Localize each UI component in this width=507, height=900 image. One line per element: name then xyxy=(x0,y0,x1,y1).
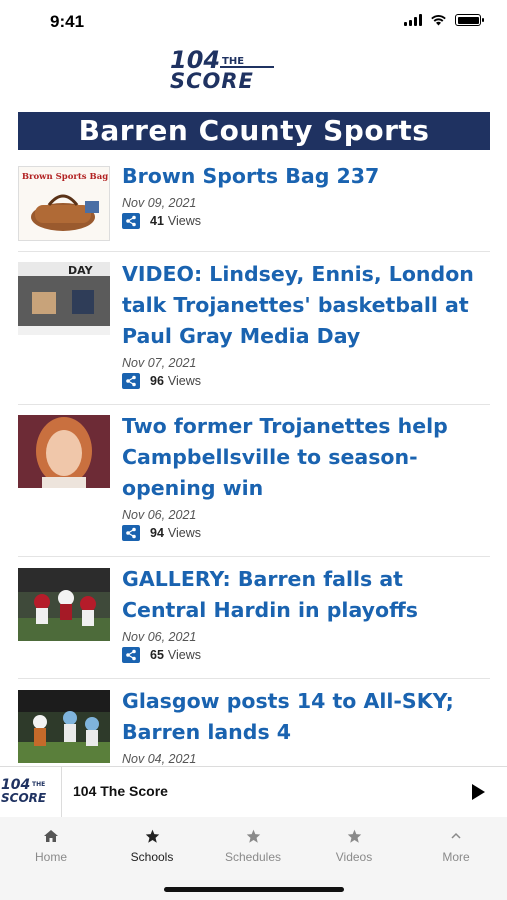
share-icon[interactable] xyxy=(122,373,140,389)
article-thumbnail[interactable]: Brown Sports Bag xyxy=(18,166,110,241)
tab-label: Videos xyxy=(335,850,373,864)
star-icon xyxy=(112,827,192,845)
view-count: 94 xyxy=(150,526,164,540)
list-item[interactable]: DAY VIDEO: Lindsey, Ennis, London talk T… xyxy=(18,252,490,405)
media-day-image: DAY xyxy=(18,262,110,335)
tab-label: Schedules xyxy=(224,850,282,864)
now-playing-bar[interactable]: 104 THE SCORE 104 The Score xyxy=(0,766,507,818)
article-views: 65 Views xyxy=(122,647,490,663)
article-title[interactable]: GALLERY: Barren falls at Central Hardin … xyxy=(122,564,490,626)
share-icon[interactable] xyxy=(122,213,140,229)
tab-home[interactable]: Home xyxy=(11,827,91,864)
article-date: Nov 06, 2021 xyxy=(122,630,197,644)
home-indicator[interactable] xyxy=(164,887,344,892)
section-title: Barren County Sports xyxy=(18,112,490,150)
article-views: 96 Views xyxy=(122,373,490,389)
home-icon xyxy=(11,827,91,845)
article-thumbnail[interactable] xyxy=(18,690,110,763)
article-thumbnail[interactable] xyxy=(18,415,110,488)
article-date: Nov 09, 2021 xyxy=(122,196,197,210)
list-item[interactable]: Glasgow posts 14 to All-SKY; Barren land… xyxy=(18,679,490,766)
article-list[interactable]: Brown Sports Bag Brown Sports Bag 237 No… xyxy=(18,150,490,766)
football-players-image xyxy=(18,690,110,763)
battery-icon xyxy=(455,14,484,26)
tab-videos[interactable]: Videos xyxy=(314,827,394,864)
article-title[interactable]: Brown Sports Bag 237 xyxy=(122,161,490,192)
article-date: Nov 06, 2021 xyxy=(122,508,197,522)
tab-label: Home xyxy=(34,850,67,864)
tab-more[interactable]: More xyxy=(416,827,496,864)
svg-text:Brown Sports Bag: Brown Sports Bag xyxy=(22,172,108,182)
cellular-signal-icon xyxy=(404,14,422,26)
views-label: Views xyxy=(167,648,202,662)
player-station-logo: 104 THE SCORE xyxy=(0,767,62,817)
list-item[interactable]: GALLERY: Barren falls at Central Hardin … xyxy=(18,557,490,679)
star-icon xyxy=(314,827,394,845)
views-label: Views xyxy=(167,374,202,388)
article-thumbnail[interactable]: DAY xyxy=(18,262,110,335)
list-item[interactable]: Brown Sports Bag Brown Sports Bag 237 No… xyxy=(18,150,490,252)
station-logo[interactable]: 104 THE SCORE xyxy=(168,44,276,93)
tab-schedules[interactable]: Schedules xyxy=(213,827,293,864)
views-label: Views xyxy=(167,526,202,540)
player-portrait-image xyxy=(18,415,110,488)
article-title[interactable]: VIDEO: Lindsey, Ennis, London talk Troja… xyxy=(122,259,490,352)
svg-text:THE: THE xyxy=(222,56,244,67)
view-count: 65 xyxy=(150,648,164,662)
wifi-icon xyxy=(431,15,446,26)
article-thumbnail[interactable] xyxy=(18,568,110,641)
svg-text:SCORE: SCORE xyxy=(1,791,47,805)
views-label: Views xyxy=(167,214,202,228)
view-count: 96 xyxy=(150,374,164,388)
article-views: 94 Views xyxy=(122,525,490,541)
play-icon[interactable] xyxy=(469,782,487,802)
status-icons xyxy=(404,14,484,26)
status-time: 9:41 xyxy=(50,12,85,31)
article-views: 41 Views xyxy=(122,213,490,229)
view-count: 41 xyxy=(150,214,164,228)
svg-text:DAY: DAY xyxy=(68,264,94,277)
star-icon xyxy=(213,827,293,845)
article-title[interactable]: Two former Trojanettes help Campbellsvil… xyxy=(122,411,490,504)
article-date: Nov 07, 2021 xyxy=(122,356,197,370)
svg-text:THE: THE xyxy=(32,781,45,788)
share-icon[interactable] xyxy=(122,647,140,663)
duffel-bag-image: Brown Sports Bag xyxy=(19,167,109,240)
chevron-up-icon xyxy=(416,827,496,845)
list-item[interactable]: Two former Trojanettes help Campbellsvil… xyxy=(18,405,490,557)
football-game-image xyxy=(18,568,110,641)
svg-text:SCORE: SCORE xyxy=(170,69,254,90)
share-icon[interactable] xyxy=(122,525,140,541)
article-title[interactable]: Glasgow posts 14 to All-SKY; Barren land… xyxy=(122,686,490,748)
tab-label: More xyxy=(442,850,470,864)
article-date: Nov 04, 2021 xyxy=(122,752,197,766)
station-name: 104 The Score xyxy=(73,783,168,799)
tab-label: Schools xyxy=(130,850,174,864)
tab-schools[interactable]: Schools xyxy=(112,827,192,864)
status-bar: 9:41 xyxy=(0,0,507,44)
